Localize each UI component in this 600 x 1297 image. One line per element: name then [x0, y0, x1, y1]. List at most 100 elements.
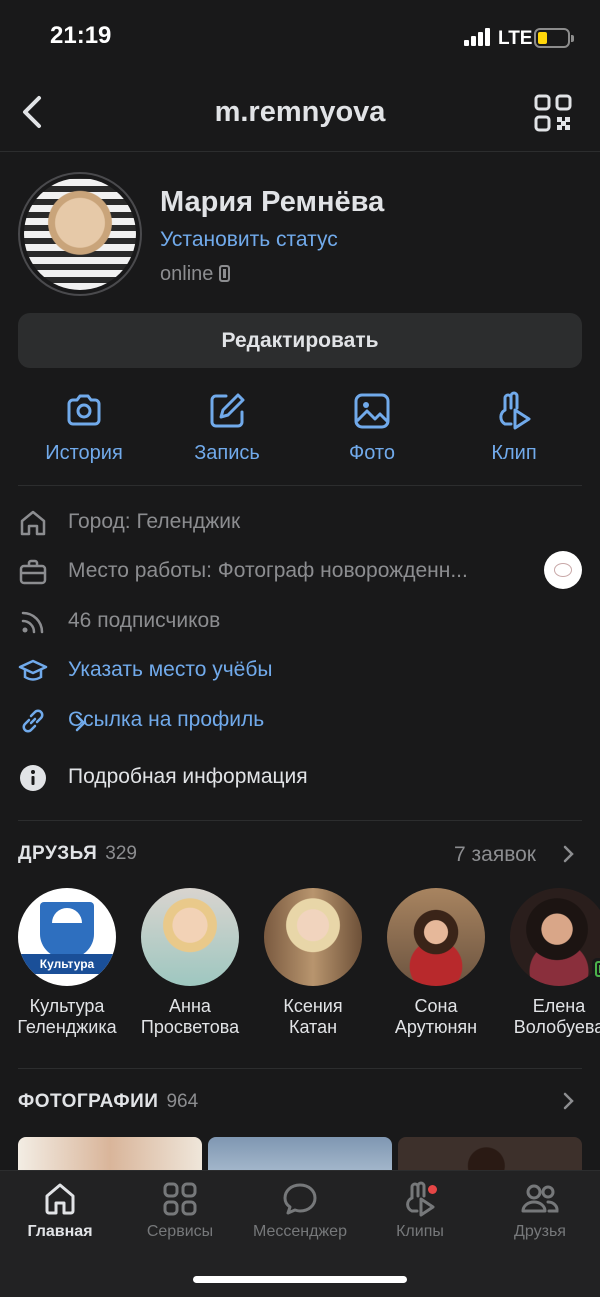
tab-clips[interactable]: Клипы	[360, 1181, 480, 1241]
clip-button[interactable]: Клип	[444, 390, 584, 465]
network-type: LTE	[498, 28, 533, 49]
online-label: online	[160, 263, 214, 285]
friend-name-line: Культура	[29, 996, 105, 1016]
friend-item[interactable]: Культура Культура Геленджика	[7, 888, 127, 1038]
friend-item[interactable]: Анна Просветова	[130, 888, 250, 1038]
divider	[18, 485, 582, 486]
friend-requests-link[interactable]: 7 заявок	[454, 843, 536, 867]
photo-thumbnail[interactable]	[18, 1137, 202, 1173]
rss-icon	[21, 611, 44, 634]
action-label: Запись	[194, 442, 260, 464]
friend-name: Елена Волобуева	[499, 996, 600, 1038]
friend-name-line: Елена	[532, 996, 586, 1016]
profile-name: Мария Ремнёва	[160, 186, 385, 218]
graduation-cap-icon	[18, 659, 48, 681]
tab-home[interactable]: Главная	[0, 1181, 120, 1241]
notification-dot	[428, 1185, 437, 1194]
post-button[interactable]: Запись	[157, 390, 297, 465]
tab-services[interactable]: Сервисы	[120, 1181, 240, 1241]
signal-icon	[464, 28, 490, 46]
nav-header: m.remnyova	[0, 76, 600, 152]
friend-name: Культура Геленджика	[7, 996, 127, 1038]
friend-avatar: Культура	[18, 888, 116, 986]
info-details[interactable]: Подробная информация	[18, 757, 582, 797]
friend-name-line: Просветова	[140, 1017, 240, 1037]
tab-label: Сервисы	[146, 1223, 214, 1240]
action-label: История	[45, 442, 123, 464]
qr-code-icon[interactable]	[534, 94, 572, 132]
friends-icon	[521, 1184, 559, 1213]
briefcase-icon	[19, 559, 47, 585]
photo-thumbnail[interactable]	[208, 1137, 392, 1173]
friend-item[interactable]: Ксения Катан	[253, 888, 373, 1038]
tab-messenger[interactable]: Мессенджер	[240, 1181, 360, 1241]
edit-icon	[210, 393, 245, 428]
services-icon	[163, 1182, 197, 1216]
set-status-link[interactable]: Установить статус	[160, 228, 338, 252]
details-text: Подробная информация	[68, 765, 308, 788]
info-followers[interactable]: 46 подписчиков	[18, 601, 582, 641]
profile-actions: История Запись Фото Клип	[0, 390, 600, 470]
info-icon	[20, 765, 46, 791]
chevron-right-icon	[75, 714, 86, 732]
friend-avatar	[141, 888, 239, 986]
photo-button[interactable]: Фото	[302, 390, 442, 465]
battery-icon	[534, 28, 574, 48]
online-mobile-badge	[592, 958, 600, 980]
avatar-logo-text: Культура	[39, 957, 95, 971]
friend-name-line: Ксения	[283, 996, 343, 1016]
tab-label: Мессенджер	[253, 1223, 347, 1240]
profile-link-label: Ссылка на профиль	[68, 708, 265, 731]
status-bar: 21:19 LTE	[0, 0, 600, 76]
info-profile-link[interactable]: Ссылка на профиль	[18, 700, 582, 740]
clip-icon	[499, 391, 531, 430]
image-icon	[354, 393, 390, 429]
friend-name-line: Геленджика	[17, 1017, 117, 1037]
chevron-right-icon[interactable]	[562, 1092, 576, 1110]
home-icon	[45, 1183, 75, 1215]
friend-name-line: Сона	[414, 996, 458, 1016]
divider	[18, 1068, 582, 1069]
friend-item[interactable]: Елена Волобуева	[499, 888, 600, 1038]
photos-count: 964	[166, 1091, 199, 1112]
photos-title: ФОТОГРАФИИ	[18, 1091, 159, 1112]
friends-title: ДРУЗЬЯ	[18, 843, 98, 864]
action-label: Фото	[349, 442, 395, 464]
home-indicator	[193, 1276, 407, 1283]
work-text: Место работы: Фотограф новорожденн...	[68, 559, 468, 582]
friend-name: Сона Арутюнян	[376, 996, 496, 1038]
photo-thumbnail[interactable]	[398, 1137, 582, 1173]
messenger-icon	[283, 1183, 317, 1215]
followers-text: 46 подписчиков	[68, 609, 221, 632]
friend-name-line: Анна	[169, 996, 211, 1016]
tab-label: Главная	[27, 1223, 93, 1240]
tab-label: Друзья	[514, 1223, 566, 1240]
friend-name: Ксения Катан	[253, 996, 373, 1038]
home-icon	[20, 510, 46, 536]
action-label: Клип	[491, 442, 537, 464]
edit-profile-button[interactable]: Редактировать	[18, 313, 582, 368]
clock: 21:19	[50, 22, 112, 49]
info-education[interactable]: Указать место учёбы	[18, 650, 582, 690]
info-city: Город: Геленджик	[18, 502, 582, 542]
page-title: m.remnyova	[214, 96, 386, 128]
camera-icon	[67, 394, 101, 426]
friend-item[interactable]: Сона Арутюнян	[376, 888, 496, 1038]
workplace-logo[interactable]	[544, 551, 582, 589]
info-work[interactable]: Место работы: Фотограф новорожденн...	[18, 551, 582, 591]
divider	[18, 820, 582, 821]
education-link[interactable]: Указать место учёбы	[68, 658, 272, 682]
tab-friends[interactable]: Друзья	[480, 1181, 600, 1241]
avatar[interactable]	[18, 172, 142, 296]
friends-count: 329	[105, 843, 137, 864]
friend-avatar	[510, 888, 600, 986]
online-status: online	[160, 263, 231, 286]
mobile-icon	[219, 265, 231, 282]
friend-name: Анна Просветова	[130, 996, 250, 1038]
friends-section-title[interactable]: ДРУЗЬЯ 329	[18, 843, 137, 865]
link-icon	[22, 709, 44, 733]
chevron-right-icon[interactable]	[562, 845, 576, 863]
photos-section-title[interactable]: ФОТОГРАФИИ 964	[18, 1091, 198, 1113]
profile-link[interactable]: Ссылка на профиль	[68, 708, 264, 732]
story-button[interactable]: История	[14, 390, 154, 465]
